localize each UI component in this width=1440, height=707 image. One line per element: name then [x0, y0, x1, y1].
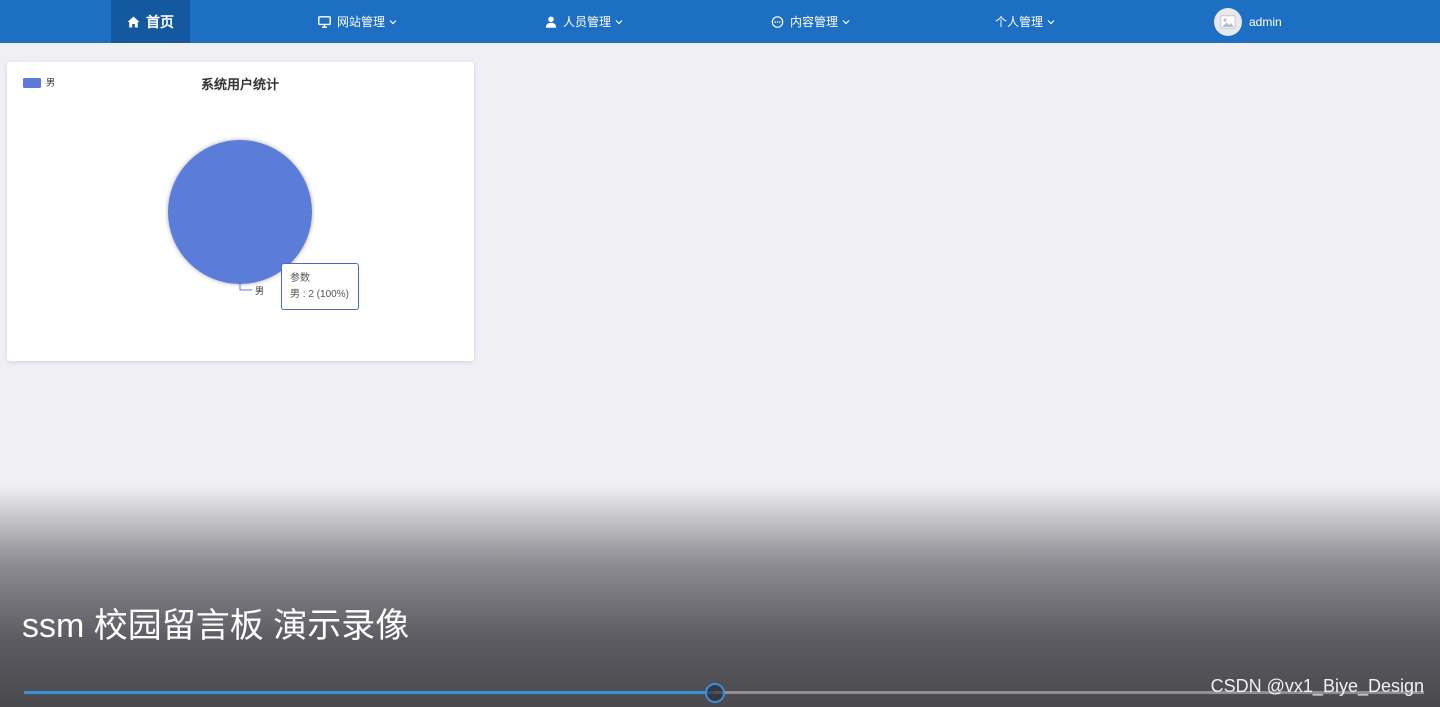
top-navigation-bar: 首页 网站管理 人员管理 内容管理 个人管理 admin: [0, 0, 1440, 43]
nav-menu-personal-management[interactable]: 个人管理: [995, 0, 1055, 43]
image-placeholder-icon: [1220, 15, 1236, 29]
chat-icon: [771, 15, 784, 28]
nav-menu-website-management[interactable]: 网站管理: [318, 0, 397, 43]
user-icon: [545, 16, 557, 28]
nav-menu-label: 内容管理: [790, 15, 839, 29]
tooltip-line: 男 : 2 (100%): [290, 289, 349, 300]
nav-home-tab[interactable]: 首页: [111, 0, 190, 43]
nav-menu-content-management[interactable]: 内容管理: [771, 0, 850, 43]
pie-chart: 男 系统用户统计 男: [23, 77, 312, 296]
chevron-down-icon: [1047, 19, 1055, 24]
video-overlay-gradient: [0, 485, 1440, 707]
nav-menu-label: 个人管理: [995, 15, 1044, 29]
chart-title: 系统用户统计: [201, 77, 279, 92]
user-menu[interactable]: admin: [1214, 8, 1282, 36]
chevron-down-icon: [389, 19, 397, 24]
chart-tooltip: 参数 男 : 2 (100%): [281, 263, 359, 310]
slice-label: 男: [255, 286, 264, 296]
video-title: ssm 校园留言板 演示录像: [22, 607, 410, 645]
nav-menu-personnel-management[interactable]: 人员管理: [545, 0, 623, 43]
legend-label[interactable]: 男: [46, 78, 55, 88]
username: admin: [1249, 15, 1282, 29]
monitor-icon: [318, 15, 331, 28]
legend-color-swatch[interactable]: [23, 78, 41, 88]
video-progress-fill: [24, 691, 715, 694]
tooltip-title: 参数: [290, 273, 310, 284]
user-statistics-card: 男 系统用户统计 男 参数 男 : 2 (100%): [7, 62, 474, 361]
video-progress-handle[interactable]: [705, 683, 726, 703]
home-icon: [127, 16, 140, 27]
watermark: CSDN @vx1_Biye_Design: [1210, 676, 1424, 696]
nav-home-label: 首页: [146, 13, 174, 30]
nav-menu-label: 网站管理: [337, 15, 386, 29]
avatar[interactable]: [1214, 8, 1242, 36]
slice-label-line: [239, 283, 252, 291]
nav-menu-label: 人员管理: [563, 15, 612, 29]
chevron-down-icon: [842, 19, 850, 24]
chevron-down-icon: [615, 19, 623, 24]
